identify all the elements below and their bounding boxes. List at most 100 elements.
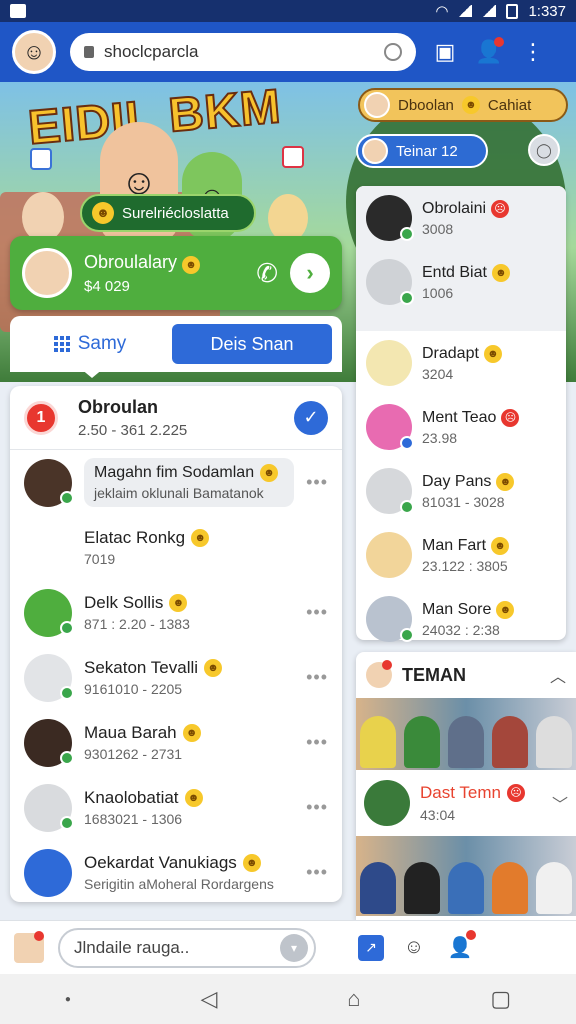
list-item[interactable]: Maua Barah ☻ 9301262 - 2731 ••• bbox=[10, 710, 342, 775]
list-item[interactable]: Dradapt ☻ 3204 bbox=[356, 331, 566, 395]
tab-samy[interactable]: Samy bbox=[20, 316, 160, 378]
tab-label: Samy bbox=[77, 333, 127, 354]
avatar bbox=[22, 248, 72, 298]
contact-name: Dast Temn bbox=[420, 783, 501, 802]
list-item[interactable]: Ment Teao ☹ 23.98 bbox=[356, 395, 566, 459]
tab-deis-snan-button[interactable]: Deis Snan bbox=[172, 324, 332, 364]
list-header[interactable]: 1 Obroulan 2.50 - 361 2.225 ✓ bbox=[10, 386, 342, 450]
more-horiz-icon[interactable]: ••• bbox=[306, 472, 328, 493]
search-icon[interactable] bbox=[384, 43, 402, 61]
featured-contact-card[interactable]: Obroulalary ☻ $4 029 ✆ › bbox=[10, 236, 342, 310]
notification-dot bbox=[494, 37, 504, 47]
list-item[interactable]: Obrolaini ☹ 3008 bbox=[356, 186, 566, 250]
badge-icon-2[interactable] bbox=[282, 146, 304, 168]
avatar bbox=[24, 588, 74, 637]
list-item[interactable]: Man Sore ☻ 24032 : 2:38 bbox=[356, 587, 566, 651]
contact-sub: 24032 : 2:38 bbox=[422, 621, 500, 638]
contact-list-panel: 1 Obroulan 2.50 - 361 2.225 ✓ Magahn fim… bbox=[10, 386, 342, 902]
more-horiz-icon[interactable]: ••• bbox=[306, 732, 328, 753]
avatar bbox=[24, 848, 72, 897]
list-item[interactable]: Man Fart ☻ 23.122 : 3805 bbox=[356, 523, 566, 587]
list-title: Obroulan bbox=[78, 396, 158, 417]
chevron-up-icon[interactable]: ︿ bbox=[550, 663, 566, 687]
photo-icon[interactable]: ▣ bbox=[430, 39, 460, 65]
profile-notify-icon[interactable]: 👤 bbox=[474, 37, 504, 65]
app-bar: ☺ shoclcparcla ▣ 👤 ⋮ bbox=[0, 22, 576, 82]
message-bubble: Magahn fim Sodamlan ☻ jeklaim oklunali Ba… bbox=[84, 458, 295, 507]
contact-amount: $4 029 bbox=[84, 277, 130, 295]
contact-sub: Serigitin aMoheral Rordargens bbox=[84, 876, 274, 892]
user-pill-2[interactable]: Teinar 12 bbox=[356, 134, 488, 168]
list-item[interactable]: Knaolobatiat ☻ 1683021 - 1306 ••• bbox=[10, 775, 342, 840]
notification-icon bbox=[10, 4, 26, 18]
list-item[interactable]: Sekaton Tevalli ☻ 9161010 - 2205 ••• bbox=[10, 645, 342, 710]
nav-dot-icon: ● bbox=[64, 993, 71, 1005]
avatar bbox=[366, 340, 412, 386]
chat-bubble-button[interactable]: ◯ bbox=[528, 134, 560, 166]
wifi-icon: ◠ bbox=[435, 3, 449, 20]
emoji-icon: ☻ bbox=[496, 600, 515, 619]
add-contact-icon[interactable]: 👤 bbox=[444, 929, 476, 964]
group-photo[interactable] bbox=[356, 698, 576, 770]
more-horiz-icon[interactable]: ••• bbox=[306, 602, 328, 623]
phone-icon[interactable]: ✆ bbox=[256, 258, 278, 289]
send-icon[interactable]: ▾ bbox=[280, 933, 308, 962]
list-item[interactable]: Dast Temn ☹ 43:04 ﹀ bbox=[356, 770, 576, 836]
more-horiz-icon[interactable]: ••• bbox=[306, 862, 328, 883]
teman-panel: TEMAN ︿ Dast Temn ☹ 43:04 ﹀ bbox=[356, 652, 576, 920]
character-avatar-2 bbox=[268, 194, 308, 242]
grid-icon bbox=[53, 336, 70, 352]
user-pill-label-2: Teinar 12 bbox=[396, 142, 458, 160]
chevron-right-icon[interactable]: › bbox=[290, 253, 330, 293]
avatar bbox=[364, 780, 410, 826]
more-vert-icon[interactable]: ⋮ bbox=[518, 39, 548, 65]
contact-name: Maua Barah bbox=[84, 723, 177, 742]
battery-icon bbox=[506, 3, 519, 19]
chevron-down-icon[interactable]: ﹀ bbox=[552, 791, 568, 815]
more-horiz-icon[interactable]: ••• bbox=[306, 797, 328, 818]
lock-icon bbox=[84, 46, 94, 58]
check-icon[interactable]: ✓ bbox=[294, 400, 328, 435]
group-photo-2[interactable] bbox=[356, 836, 576, 916]
message-input[interactable]: Jlndaile rauga.. ▾ bbox=[58, 927, 316, 968]
contact-name: Obrolaini bbox=[422, 199, 487, 217]
contact-name: Delk Sollis bbox=[84, 593, 164, 612]
teman-title: TEMAN bbox=[402, 664, 466, 685]
tab-bar: Samy Deis Snan bbox=[10, 316, 342, 378]
avatar bbox=[366, 195, 414, 241]
profile-avatar[interactable]: ☺ bbox=[12, 30, 56, 74]
contact-sub: 23.98 bbox=[422, 429, 458, 446]
emoji-icon: ☻ bbox=[483, 344, 502, 363]
notification-dot bbox=[466, 929, 476, 940]
list-item[interactable]: Day Pans ☻ 81031 - 3028 bbox=[356, 459, 566, 523]
emoji-picker-icon[interactable]: ☺ bbox=[398, 932, 430, 964]
list-item[interactable]: Magahn fim Sodamlan ☻ jeklaim oklunali Ba… bbox=[10, 450, 342, 515]
search-value: shoclcparcla bbox=[104, 42, 199, 61]
profile-avatar-small[interactable] bbox=[14, 930, 44, 963]
recent-contacts-panel: Obrolaini ☹ 3008 Entd Biat ☻ 1006 Dradapt ☻… bbox=[356, 186, 566, 642]
message-placeholder: Jlndaile rauga.. bbox=[74, 937, 190, 957]
teman-header[interactable]: TEMAN ︿ bbox=[356, 652, 576, 698]
back-icon[interactable]: ◁ bbox=[201, 986, 218, 1012]
list-item[interactable]: Delk Sollis ☻ 871 : 2.20 - 1383 ••• bbox=[10, 580, 342, 645]
character-avatar bbox=[22, 192, 64, 242]
search-input[interactable]: shoclcparcla bbox=[70, 33, 416, 71]
badge-icon[interactable] bbox=[30, 148, 52, 170]
list-item[interactable]: Oekardat Vanukiags ☻ Serigitin aMoheral R… bbox=[10, 840, 342, 902]
online-dot bbox=[60, 685, 74, 700]
recents-icon[interactable]: ▢ bbox=[490, 986, 511, 1012]
user-pill[interactable]: Dboolan ☻ Cahiat bbox=[358, 88, 568, 122]
user-pill-tail: Cahiat bbox=[487, 96, 532, 114]
group-pill[interactable]: ☻ Surelriécloslatta bbox=[80, 194, 256, 232]
list-item[interactable]: Elatac Ronkg ☻ 7019 bbox=[10, 515, 342, 580]
emoji-icon: ☻ bbox=[491, 536, 510, 555]
home-icon[interactable]: ⌂ bbox=[347, 986, 360, 1012]
contact-sub: 43:04 bbox=[420, 807, 456, 823]
contact-sub: jeklaim oklunali Bamatanok bbox=[94, 485, 264, 501]
chart-icon[interactable]: ↗ bbox=[358, 934, 384, 961]
emoji-icon: ☹ bbox=[491, 199, 510, 218]
more-horiz-icon[interactable]: ••• bbox=[306, 667, 328, 688]
list-item[interactable]: Entd Biat ☻ 1006 bbox=[356, 250, 566, 314]
group-pill-label: Surelriécloslatta bbox=[122, 204, 229, 222]
emoji-icon: ☻ bbox=[260, 464, 279, 482]
